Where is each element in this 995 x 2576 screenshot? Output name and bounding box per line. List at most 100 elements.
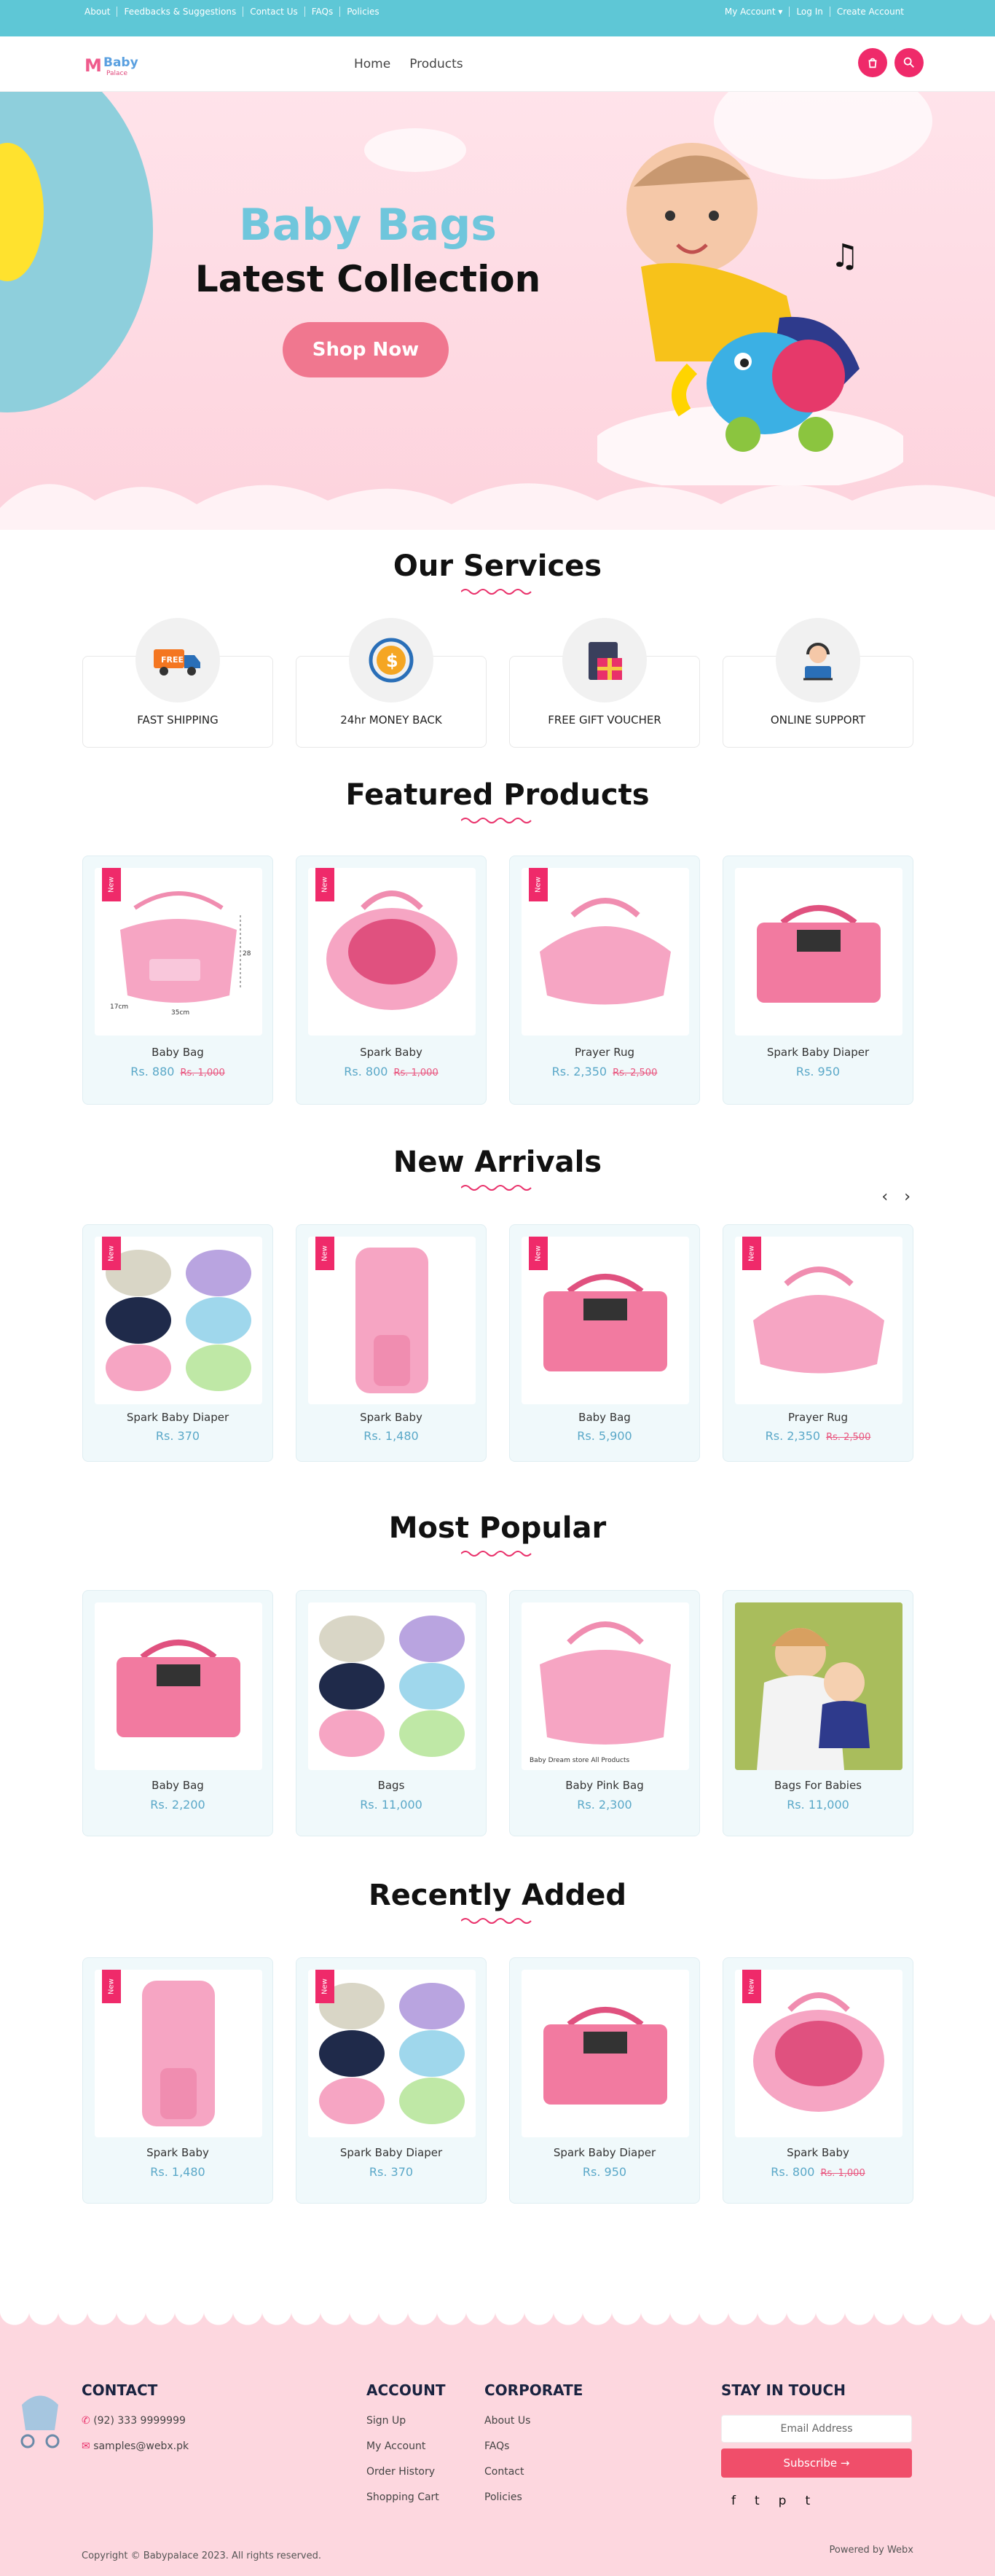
product-card[interactable]: Bags For Babies Rs. 11,000 [723,1590,913,1836]
account-links: My Account ▾ Log In Create Account [718,7,911,17]
copyright: Copyright © Babypalace 2023. All rights … [82,2550,321,2561]
product-name[interactable]: Spark Baby Diaper [296,2146,486,2159]
tumblr-icon[interactable]: t [805,2494,810,2508]
product-card[interactable]: Baby Bag Rs. 2,200 [82,1590,273,1836]
facebook-icon[interactable]: f [731,2494,736,2508]
product-name[interactable]: Bags For Babies [723,1779,913,1792]
old-price: Rs. 1,000 [393,1068,438,1078]
dimension-width: 35cm [171,1009,189,1017]
footer-newsletter: STAY IN TOUCH Email Address Subscribe → … [721,2381,912,2508]
site-logo[interactable]: M Baby Palace [84,52,150,82]
product-name[interactable]: Spark Baby Diaper [510,2146,699,2159]
email-input[interactable]: Email Address [721,2415,912,2443]
product-name[interactable]: Prayer Rug [510,1046,699,1059]
product-name[interactable]: Spark Baby [296,1046,486,1059]
my-account-dropdown[interactable]: My Account ▾ [718,7,790,17]
product-name[interactable]: Prayer Rug [723,1411,913,1424]
product-image[interactable] [95,1602,262,1770]
product-card[interactable]: New 28cm 35cm 17cm Baby Bag Rs. 880Rs. 1,0… [82,856,273,1105]
product-image[interactable] [735,1602,902,1770]
pinterest-icon[interactable]: p [779,2494,787,2508]
title-underline [461,1918,532,1924]
main-nav: Home Products [354,57,463,71]
footer-email[interactable]: ✉ samples@webx.pk [82,2440,189,2452]
shop-now-button[interactable]: Shop Now [283,322,449,377]
create-account-link[interactable]: Create Account [829,7,911,17]
product-price: Rs. 950 [582,2165,627,2179]
product-name[interactable]: Baby Pink Bag [510,1779,699,1792]
footer-link-order-history[interactable]: Order History [366,2466,445,2478]
product-card[interactable]: New Spark Baby Rs. 800 Rs. 1,000 [723,1957,913,2204]
header-icons [858,48,924,77]
top-link-policies[interactable]: Policies [339,7,385,17]
title-underline [461,1185,532,1191]
cart-icon[interactable] [858,48,887,77]
product-price: Rs. 2,300 [577,1798,632,1812]
top-link-contact[interactable]: Contact Us [243,7,304,17]
footer-link-about[interactable]: About Us [484,2415,583,2427]
logo-mark: M [84,55,102,76]
footer-corporate: CORPORATE About Us FAQs Contact Policies [484,2381,583,2517]
product-card[interactable]: New Spark Baby Diaper Rs. 370 [296,1957,487,2204]
product-price: Rs. 1,480 [150,2165,205,2179]
twitter-icon[interactable]: t [755,2494,760,2508]
product-name[interactable]: Baby Bag [83,1046,272,1059]
footer-contact: CONTACT ✆ (92) 333 9999999 ✉ samples@web… [82,2381,189,2466]
product-card[interactable]: New Spark Baby Rs. 1,480 [82,1957,273,2204]
footer-link-my-account[interactable]: My Account [366,2440,445,2452]
new-badge: New [315,868,334,901]
product-price: Rs. 2,200 [150,1798,205,1812]
product-card[interactable]: New Spark Baby Diaper Rs. 370 [82,1224,273,1462]
product-name[interactable]: Spark Baby Diaper [83,1411,272,1424]
login-link[interactable]: Log In [789,7,829,17]
subscribe-button[interactable]: Subscribe → [721,2448,912,2478]
product-card[interactable]: Spark Baby Diaper Rs. 950 [723,856,913,1105]
footer-heading: ACCOUNT [366,2381,446,2399]
product-name[interactable]: Baby Bag [83,1779,272,1792]
product-name[interactable]: Spark Baby Diaper [723,1046,913,1059]
music-notes-icon: ♫ [830,238,860,275]
footer-link-faqs[interactable]: FAQs [484,2440,583,2452]
product-name[interactable]: Spark Baby [83,2146,272,2159]
product-image[interactable] [735,868,902,1036]
footer-link-cart[interactable]: Shopping Cart [366,2491,445,2503]
new-badge: New [529,868,548,901]
product-name[interactable]: Bags [296,1779,486,1792]
site-footer: CONTACT ✆ (92) 333 9999999 ✉ samples@web… [0,2310,995,2576]
top-link-feedback[interactable]: Feedbacks & Suggestions [117,7,243,17]
footer-link-signup[interactable]: Sign Up [366,2415,445,2427]
stroller-icon [20,2395,60,2448]
product-card[interactable]: New Spark Baby Rs. 1,480 [296,1224,487,1462]
product-price: Rs. 950 [795,1065,841,1078]
product-image[interactable] [522,1970,689,2137]
footer-heading: CONTACT [82,2381,158,2399]
product-card[interactable]: New Spark Baby Rs. 800 Rs. 1,000 [296,856,487,1105]
powered-by[interactable]: Powered by Webx [829,2545,913,2556]
chevron-left-icon[interactable]: ‹ [881,1188,888,1206]
product-name[interactable]: Baby Bag [510,1411,699,1424]
free-badge-text: FREE [161,655,184,665]
product-price: Rs. 11,000 [360,1798,422,1812]
chevron-right-icon[interactable]: › [904,1188,911,1206]
product-card[interactable]: Baby Dream store All Products Baby Pink … [509,1590,700,1836]
phone-icon: ✆ [82,2415,94,2427]
footer-link-policies[interactable]: Policies [484,2491,583,2503]
recently-added-title: Recently Added [368,1879,627,1912]
top-link-about[interactable]: About [84,7,117,17]
nav-home[interactable]: Home [354,57,390,71]
product-name[interactable]: Spark Baby [296,1411,486,1424]
product-card[interactable]: New Prayer Rug Rs. 2,350 Rs. 2,500 [723,1224,913,1462]
product-image[interactable]: Baby Dream store All Products [522,1602,689,1770]
footer-link-contact[interactable]: Contact [484,2466,583,2478]
product-image[interactable] [308,1602,476,1770]
top-link-faqs[interactable]: FAQs [304,7,340,17]
product-card[interactable]: Spark Baby Diaper Rs. 950 [509,1957,700,2204]
product-card[interactable]: New Baby Bag Rs. 5,900 [509,1224,700,1462]
product-name[interactable]: Spark Baby [723,2146,913,2159]
new-badge: New [529,1237,548,1270]
service-label: ONLINE SUPPORT [770,713,866,727]
nav-products[interactable]: Products [409,57,463,71]
search-icon[interactable] [894,48,924,77]
product-card[interactable]: New Prayer Rug Rs. 2,350 Rs. 2,500 [509,856,700,1105]
product-card[interactable]: Bags Rs. 11,000 [296,1590,487,1836]
